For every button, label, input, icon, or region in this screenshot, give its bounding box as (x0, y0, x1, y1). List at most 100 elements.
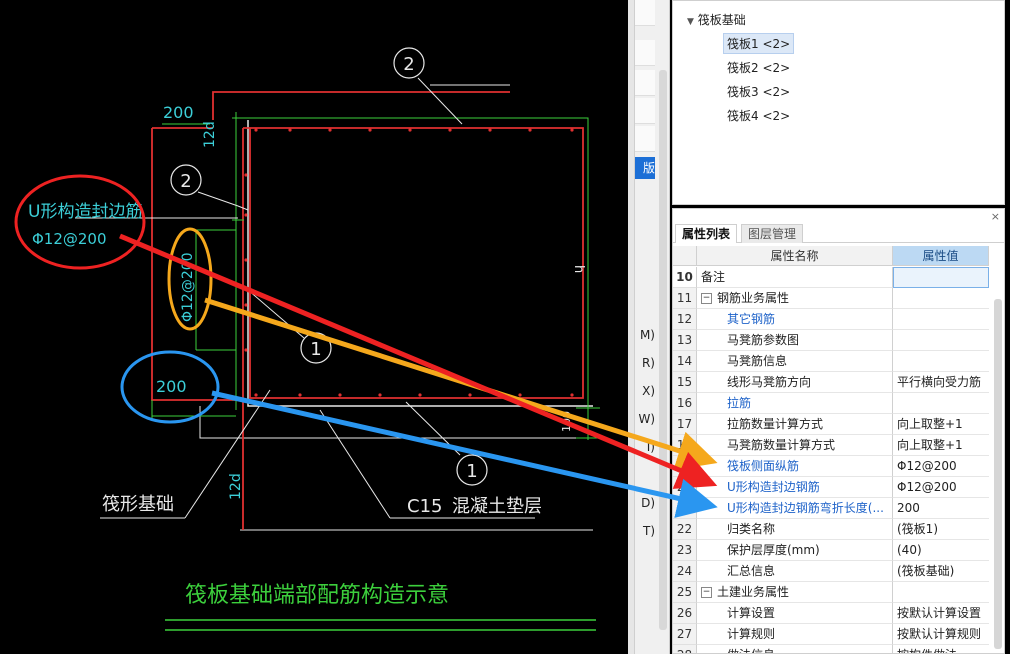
row-number: 20 (673, 477, 697, 498)
property-value[interactable]: Φ12@200 (893, 456, 989, 477)
shortcut-key[interactable]: D) (633, 496, 655, 510)
property-name: 汇总信息 (697, 561, 893, 582)
row-number: 24 (673, 561, 697, 582)
group-label: 土建业务属性 (717, 585, 790, 599)
component-tree-panel: ▼ 筏板基础 筏板1 <2> 筏板2 <2> 筏板3 <2> 筏板4 <2> (672, 0, 1005, 205)
property-name: 做法信息 (697, 645, 893, 653)
property-value[interactable]: 按构件做法 (893, 645, 989, 653)
property-group-name: − 土建业务属性 (697, 582, 893, 603)
toolbar-button-active[interactable]: 版 (635, 157, 655, 179)
property-value[interactable]: 向上取整+1 (893, 435, 989, 456)
scrollbar[interactable] (994, 299, 1002, 649)
callout-circles (170, 47, 488, 486)
table-row[interactable]: 25 − 土建业务属性 (673, 582, 989, 603)
tree-item-raft-1[interactable]: 筏板1 <2> (723, 33, 795, 54)
header-num (673, 246, 697, 266)
concrete-outline (165, 84, 596, 631)
table-row[interactable]: 18 马凳筋数量计算方式 向上取整+1 (673, 435, 989, 456)
table-row[interactable]: 15 线形马凳筋方向 平行横向受力筋 (673, 372, 989, 393)
property-value[interactable]: (40) (893, 540, 989, 561)
drawing-title: 筏板基础端部配筋构造示意 (185, 583, 449, 608)
tab-property-list[interactable]: 属性列表 (675, 224, 738, 243)
shortcut-key[interactable]: M) (633, 328, 655, 342)
dim-12d-bottom: 12d (228, 473, 244, 500)
raft-foundation-label: 筏形基础 (102, 494, 174, 515)
property-name: 计算设置 (697, 603, 893, 624)
shortcut-key[interactable]: W) (633, 412, 655, 426)
shortcut-key[interactable]: R) (633, 356, 655, 370)
table-row[interactable]: 27 计算规则 按默认计算规则 (673, 624, 989, 645)
collapse-minus-icon[interactable]: − (701, 587, 712, 598)
toolbar-button[interactable] (635, 40, 655, 66)
shortcut-key[interactable]: I) (633, 440, 655, 454)
property-value[interactable]: 向上取整+1 (893, 414, 989, 435)
property-value[interactable] (893, 309, 989, 330)
row-number: 18 (673, 435, 697, 456)
row-number: 17 (673, 414, 697, 435)
tree-root[interactable]: ▼ 筏板基础 (687, 11, 746, 28)
property-name: 其它钢筋 (697, 309, 893, 330)
table-row[interactable]: 13 马凳筋参数图 (673, 330, 989, 351)
toolbar-button[interactable] (635, 98, 655, 124)
property-name: U形构造封边钢筋 (697, 477, 893, 498)
table-row[interactable]: 21 U形构造封边钢筋弯折长度(... 200 (673, 498, 989, 519)
property-name: 保护层厚度(mm) (697, 540, 893, 561)
property-value[interactable]: (筏板基础) (893, 561, 989, 582)
property-value[interactable] (893, 330, 989, 351)
callout-1-bottom: 1 (466, 461, 477, 482)
collapse-minus-icon[interactable]: − (701, 293, 712, 304)
u-bar-label: U形构造封边筋 (28, 202, 142, 222)
rebar-dots (244, 128, 574, 397)
cad-drawing-canvas[interactable]: 2 2 1 1 200 U形构造封边筋 Φ12@200 200 Φ12@200 … (0, 0, 628, 654)
shortcut-key[interactable]: T) (633, 524, 655, 538)
cushion-label: 混凝土垫层 (452, 496, 542, 517)
table-row[interactable]: 16 拉筋 (673, 393, 989, 414)
table-row[interactable]: 14 马凳筋信息 (673, 351, 989, 372)
tree-item-raft-3[interactable]: 筏板3 <2> (727, 83, 790, 100)
scrollbar[interactable] (659, 70, 667, 630)
tab-layer-manager[interactable]: 图层管理 (741, 224, 804, 243)
property-name: 马凳筋数量计算方式 (697, 435, 893, 456)
table-row[interactable]: 22 归类名称 (筏板1) (673, 519, 989, 540)
table-row[interactable]: 26 计算设置 按默认计算设置 (673, 603, 989, 624)
callout-1-mid: 1 (310, 339, 321, 360)
property-grid-header: 属性名称 属性值 (673, 246, 989, 266)
row-number: 21 (673, 498, 697, 519)
property-name: 线形马凳筋方向 (697, 372, 893, 393)
property-value[interactable] (893, 351, 989, 372)
toolbar-button[interactable] (635, 70, 655, 96)
rebar-detail-drawing: 2 2 1 1 200 U形构造封边筋 Φ12@200 200 Φ12@200 … (28, 47, 600, 631)
table-row[interactable]: 11 − 钢筋业务属性 (673, 288, 989, 309)
property-value[interactable]: (筏板1) (893, 519, 989, 540)
u-bar-spec: Φ12@200 (32, 230, 107, 248)
table-row[interactable]: 24 汇总信息 (筏板基础) (673, 561, 989, 582)
row-number: 26 (673, 603, 697, 624)
collapse-triangle-icon[interactable]: ▼ (687, 17, 694, 27)
row-number: 15 (673, 372, 697, 393)
tree-item-raft-4[interactable]: 筏板4 <2> (727, 107, 790, 124)
toolbar-button[interactable] (635, 126, 655, 152)
table-row[interactable]: 19 筏板侧面纵筋 Φ12@200 (673, 456, 989, 477)
table-row[interactable]: 12 其它钢筋 (673, 309, 989, 330)
table-row[interactable]: 28 做法信息 按构件做法 (673, 645, 989, 653)
tree-item-raft-2[interactable]: 筏板2 <2> (727, 59, 790, 76)
property-name: 归类名称 (697, 519, 893, 540)
table-row[interactable]: 23 保护层厚度(mm) (40) (673, 540, 989, 561)
property-value[interactable]: 平行横向受力筋 (893, 372, 989, 393)
row-number: 22 (673, 519, 697, 540)
property-value[interactable]: 200 (893, 498, 989, 519)
row-number: 27 (673, 624, 697, 645)
property-value[interactable]: 按默认计算规则 (893, 624, 989, 645)
row-number: 28 (673, 645, 697, 653)
toolbar-button[interactable] (635, 0, 655, 26)
property-value[interactable]: 按默认计算设置 (893, 603, 989, 624)
table-row[interactable]: 10 备注 (673, 267, 989, 288)
table-row[interactable]: 20 U形构造封边钢筋 Φ12@200 (673, 477, 989, 498)
shortcut-key[interactable]: X) (633, 384, 655, 398)
property-value-input[interactable] (893, 267, 989, 288)
property-value[interactable]: Φ12@200 (893, 477, 989, 498)
table-row[interactable]: 17 拉筋数量计算方式 向上取整+1 (673, 414, 989, 435)
property-name: 马凳筋信息 (697, 351, 893, 372)
property-value[interactable] (893, 393, 989, 414)
property-group-name: − 钢筋业务属性 (697, 288, 893, 309)
